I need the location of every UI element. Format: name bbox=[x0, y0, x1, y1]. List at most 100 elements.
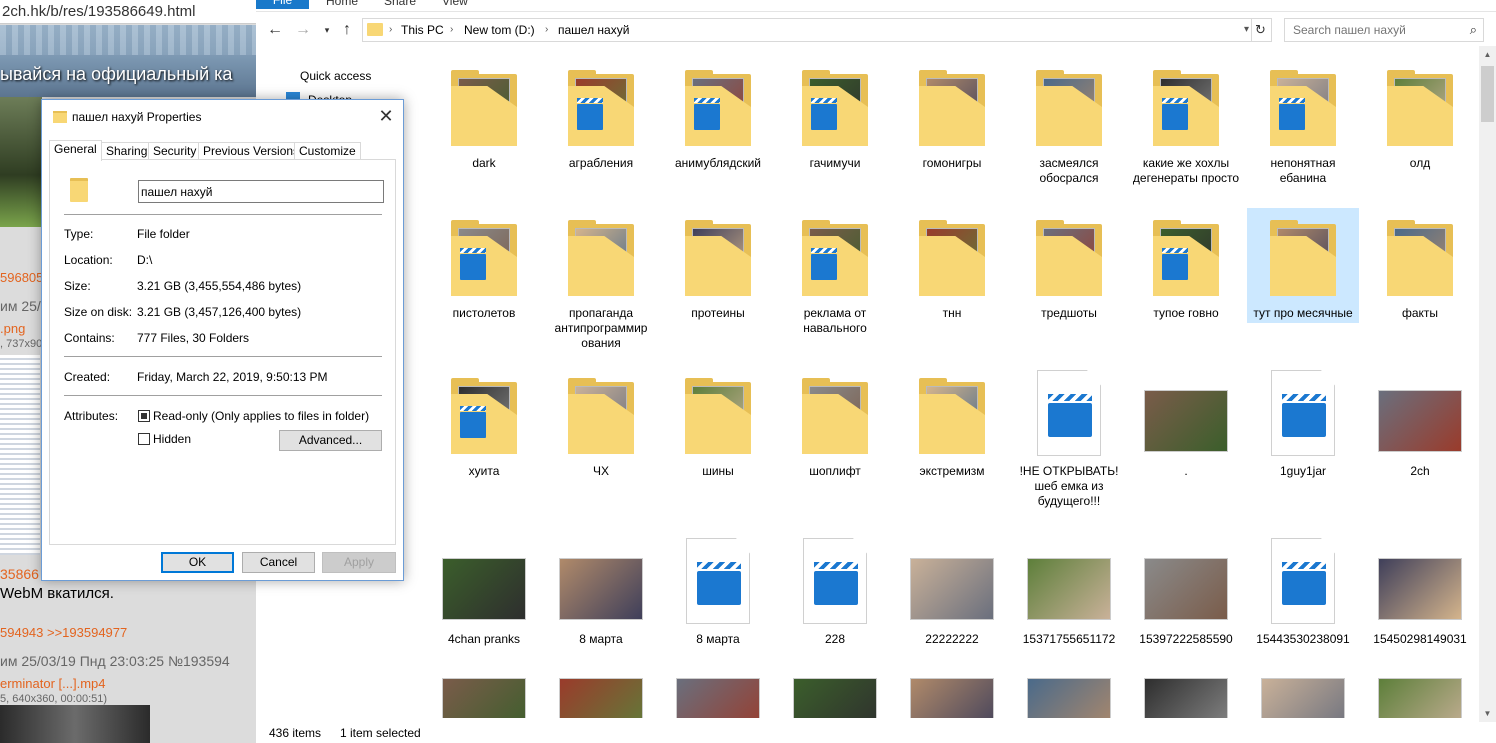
up-arrow-icon[interactable]: ↑ bbox=[336, 20, 358, 40]
readonly-label[interactable]: Read-only (Only applies to files in fold… bbox=[153, 409, 369, 423]
address-bar[interactable]: › This PC › New tom (D:) › пашел нахуй ▾… bbox=[362, 18, 1272, 42]
breadcrumb-drive[interactable]: New tom (D:) bbox=[464, 19, 535, 41]
folder-item[interactable]: тнн bbox=[896, 208, 1008, 323]
file-item[interactable] bbox=[1013, 654, 1125, 718]
folder-item[interactable]: непонятная ебанина bbox=[1247, 58, 1359, 188]
file-item[interactable]: 22222222 bbox=[896, 534, 1008, 649]
file-item[interactable]: . bbox=[1130, 366, 1242, 481]
file-item[interactable]: 15443530238091 bbox=[1247, 534, 1359, 649]
post-video-thumb[interactable] bbox=[0, 705, 150, 743]
post-date: им 25/ bbox=[0, 298, 41, 314]
post-id-link[interactable]: 596805 bbox=[0, 270, 43, 285]
folder-item[interactable]: гомонигры bbox=[896, 58, 1008, 173]
refresh-icon[interactable]: ↻ bbox=[1251, 19, 1269, 41]
nav-quick-access[interactable]: Quick access bbox=[300, 69, 371, 83]
post-image-list[interactable] bbox=[0, 355, 40, 555]
ok-button[interactable]: OK bbox=[161, 552, 234, 573]
tab-sharing[interactable]: Sharing bbox=[101, 142, 153, 160]
file-item[interactable]: 15450298149031 bbox=[1364, 534, 1476, 649]
folder-icon bbox=[1021, 208, 1117, 304]
item-label: аграбления bbox=[568, 156, 634, 170]
hidden-checkbox[interactable] bbox=[138, 433, 150, 445]
search-box[interactable]: ⌕ bbox=[1284, 18, 1484, 42]
folder-item[interactable]: пистолетов bbox=[428, 208, 540, 323]
file-item[interactable] bbox=[428, 654, 540, 718]
file-item[interactable] bbox=[896, 654, 1008, 718]
folder-item[interactable]: гачимучи bbox=[779, 58, 891, 173]
file-item[interactable]: 8 марта bbox=[662, 534, 774, 649]
cancel-button[interactable]: Cancel bbox=[242, 552, 315, 573]
folder-item[interactable]: пропаганда антипрограммир ования bbox=[545, 208, 657, 353]
folder-item[interactable]: тредшоты bbox=[1013, 208, 1125, 323]
folder-item[interactable]: тупое говно bbox=[1130, 208, 1242, 323]
search-icon[interactable]: ⌕ bbox=[1470, 22, 1477, 38]
file-item[interactable]: 15371755651172 bbox=[1013, 534, 1125, 649]
ribbon-tab-share[interactable]: Share bbox=[384, 0, 416, 8]
file-item[interactable]: !НЕ ОТКРЫВАТЬ!шеб емка из будущего!!! bbox=[1013, 366, 1125, 511]
post-id-link[interactable]: 35866 bbox=[0, 566, 39, 582]
folder-item[interactable]: олд bbox=[1364, 58, 1476, 173]
dialog-titlebar[interactable]: пашел нахуй Properties ✕ bbox=[42, 100, 403, 134]
folder-item[interactable]: засмеялся обосрался bbox=[1013, 58, 1125, 188]
tab-general[interactable]: General bbox=[49, 140, 102, 161]
reply-links[interactable]: 594943 >>193594977 bbox=[0, 625, 127, 640]
folder-item[interactable]: ЧХ bbox=[545, 366, 657, 481]
post-image[interactable] bbox=[0, 97, 42, 227]
file-link[interactable]: erminator [...].mp4 bbox=[0, 676, 105, 691]
vertical-scrollbar[interactable]: ▲ ▼ bbox=[1479, 46, 1496, 722]
file-link[interactable]: .png bbox=[0, 321, 25, 336]
folder-item[interactable]: шоплифт bbox=[779, 366, 891, 481]
search-input[interactable] bbox=[1285, 19, 1460, 41]
folder-item[interactable]: анимублядский bbox=[662, 58, 774, 173]
file-item[interactable] bbox=[1364, 654, 1476, 718]
folder-item[interactable]: хуита bbox=[428, 366, 540, 481]
file-item[interactable] bbox=[1247, 654, 1359, 718]
folder-item[interactable]: dark bbox=[428, 58, 540, 173]
folder-item[interactable]: реклама от навального bbox=[779, 208, 891, 338]
folder-item[interactable]: факты bbox=[1364, 208, 1476, 323]
chevron-right-icon[interactable]: › bbox=[389, 19, 392, 41]
folder-item[interactable]: экстремизм bbox=[896, 366, 1008, 481]
file-item[interactable] bbox=[779, 654, 891, 718]
tab-customize[interactable]: Customize bbox=[294, 142, 361, 160]
file-item[interactable]: 15397222585590 bbox=[1130, 534, 1242, 649]
file-item[interactable]: 228 bbox=[779, 534, 891, 649]
advanced-button[interactable]: Advanced... bbox=[279, 430, 382, 451]
image-thumbnail bbox=[553, 534, 649, 630]
close-icon[interactable]: ✕ bbox=[369, 100, 403, 132]
ribbon-tab-view[interactable]: View bbox=[442, 0, 468, 8]
file-item[interactable]: 1guy1jar bbox=[1247, 366, 1359, 481]
hidden-label[interactable]: Hidden bbox=[153, 432, 191, 446]
file-item[interactable]: 8 марта bbox=[545, 534, 657, 649]
ribbon-tab-file[interactable]: File bbox=[256, 0, 309, 9]
chevron-right-icon[interactable]: › bbox=[545, 19, 548, 41]
chevron-right-icon[interactable]: › bbox=[450, 19, 453, 41]
file-item[interactable] bbox=[1130, 654, 1242, 718]
forward-arrow-icon[interactable]: → bbox=[292, 20, 314, 40]
browser-url[interactable]: 2ch.hk/b/res/193586649.html bbox=[0, 0, 256, 24]
breadcrumb-folder[interactable]: пашел нахуй bbox=[558, 19, 629, 41]
folder-item[interactable]: какие же хохлы дегенераты просто bbox=[1130, 58, 1242, 188]
tab-previous-versions[interactable]: Previous Versions bbox=[198, 142, 305, 160]
file-item[interactable] bbox=[545, 654, 657, 718]
tab-security[interactable]: Security bbox=[148, 142, 202, 160]
breadcrumb-this-pc[interactable]: This PC bbox=[401, 19, 444, 41]
ribbon-tab-home[interactable]: Home bbox=[326, 0, 358, 8]
file-item[interactable] bbox=[662, 654, 774, 718]
scroll-down-icon[interactable]: ▼ bbox=[1479, 705, 1496, 722]
folder-item[interactable]: аграбления bbox=[545, 58, 657, 173]
folder-item[interactable]: протеины bbox=[662, 208, 774, 323]
file-item[interactable]: 2ch bbox=[1364, 366, 1476, 481]
apply-button[interactable]: Apply bbox=[322, 552, 396, 573]
recent-locations-chevron-icon[interactable]: ▾ bbox=[316, 20, 338, 40]
file-item[interactable]: 4chan pranks bbox=[428, 534, 540, 649]
readonly-checkbox[interactable] bbox=[138, 410, 150, 422]
folder-item[interactable]: шины bbox=[662, 366, 774, 481]
back-arrow-icon[interactable]: ← bbox=[264, 20, 286, 40]
folder-item[interactable]: тут про месячные bbox=[1247, 208, 1359, 323]
folder-name-input[interactable] bbox=[138, 180, 384, 203]
scroll-up-icon[interactable]: ▲ bbox=[1479, 46, 1496, 63]
address-dropdown-icon[interactable]: ▾ bbox=[1244, 19, 1249, 41]
scrollbar-thumb[interactable] bbox=[1481, 66, 1494, 122]
item-label: 2ch bbox=[1410, 464, 1430, 478]
